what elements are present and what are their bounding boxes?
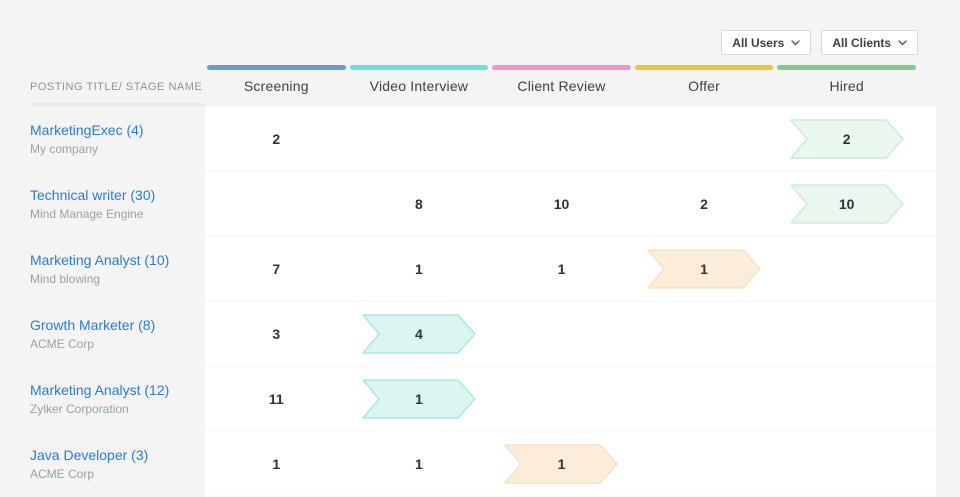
stage-color-bars xyxy=(205,65,918,70)
posting-title-link[interactable]: MarketingExec (4) xyxy=(30,122,205,138)
stage-bar-screening xyxy=(207,65,346,70)
stage-cell-video-interview: 4 xyxy=(348,314,491,354)
pipeline-row: 22 xyxy=(205,107,936,170)
stage-count-badge-teal[interactable]: 4 xyxy=(362,314,476,354)
stage-cell-video-interview: 1 xyxy=(348,261,491,277)
posting-list: MarketingExec (4) My company Technical wri… xyxy=(0,107,205,497)
pipeline-row: 8 10 2 10 xyxy=(205,172,936,235)
posting-row-label: Marketing Analyst (10) Mind blowing xyxy=(0,237,205,300)
stage-cell-screening: 7 xyxy=(205,261,348,277)
stage-cell-hired: 2 xyxy=(775,119,918,159)
stage-cell-hired: 10 xyxy=(775,184,918,224)
stage-header-video-interview: Video Interview xyxy=(348,78,491,94)
posting-row-label: Java Developer (3) ACME Corp xyxy=(0,432,205,495)
pipeline-row: 111 xyxy=(205,367,936,430)
stage-cell-screening: 1 xyxy=(205,456,348,472)
posting-row-label: Technical writer (30) Mind Manage Engine xyxy=(0,172,205,235)
posting-title-link[interactable]: Marketing Analyst (10) xyxy=(30,252,205,268)
stage-count[interactable]: 1 xyxy=(415,261,423,277)
stage-count-badge-orange[interactable]: 1 xyxy=(504,444,618,484)
header-divider xyxy=(30,103,205,106)
stage-bar-video-interview xyxy=(350,65,489,70)
stage-count-badge-green[interactable]: 10 xyxy=(790,184,904,224)
posting-company: Zylker Corporation xyxy=(30,402,205,416)
stage-count[interactable]: 1 xyxy=(272,456,280,472)
chevron-down-icon xyxy=(898,40,907,46)
clients-filter-label: All Clients xyxy=(832,36,891,50)
stage-cell-offer: 2 xyxy=(633,196,776,212)
pipeline-row: 34 xyxy=(205,302,936,365)
stage-count-badge-orange[interactable]: 1 xyxy=(647,249,761,289)
stage-count[interactable]: 8 xyxy=(415,196,423,212)
posting-title-link[interactable]: Java Developer (3) xyxy=(30,447,205,463)
stage-bar-client-review xyxy=(492,65,631,70)
pipeline-rows-region: 22810210711134111111 xyxy=(205,107,936,497)
stage-bar-hired xyxy=(777,65,916,70)
badge-count: 2 xyxy=(790,119,904,159)
pipeline-row: 1 1 1 xyxy=(205,432,936,495)
posting-company: ACME Corp xyxy=(30,337,205,351)
stage-count[interactable]: 1 xyxy=(415,456,423,472)
postings-column-header: POSTING TITLE/ STAGE NAME xyxy=(30,81,202,93)
stage-count-badge-green[interactable]: 2 xyxy=(790,119,904,159)
stage-header-screening: Screening xyxy=(205,78,348,94)
stage-count[interactable]: 10 xyxy=(554,196,570,212)
stage-cell-offer: 1 xyxy=(633,249,776,289)
posting-title-link[interactable]: Marketing Analyst (12) xyxy=(30,382,205,398)
stage-cell-client-review: 1 xyxy=(490,444,633,484)
posting-row-label: Growth Marketer (8) ACME Corp xyxy=(0,302,205,365)
posting-row-label: Marketing Analyst (12) Zylker Corporation xyxy=(0,367,205,430)
stage-headers-row: ScreeningVideo InterviewClient ReviewOff… xyxy=(205,78,918,94)
stage-count[interactable]: 1 xyxy=(558,261,566,277)
users-filter-dropdown[interactable]: All Users xyxy=(721,30,811,55)
posting-title-link[interactable]: Growth Marketer (8) xyxy=(30,317,205,333)
stage-cell-video-interview: 1 xyxy=(348,456,491,472)
posting-company: My company xyxy=(30,142,205,156)
posting-company: ACME Corp xyxy=(30,467,205,481)
stage-cell-video-interview: 8 xyxy=(348,196,491,212)
filters-bar: All Users All Clients xyxy=(721,30,918,55)
stage-cell-client-review: 1 xyxy=(490,261,633,277)
badge-count: 4 xyxy=(362,314,476,354)
stage-header-hired: Hired xyxy=(775,78,918,94)
posting-company: Mind Manage Engine xyxy=(30,207,205,221)
users-filter-label: All Users xyxy=(732,36,784,50)
hiring-pipeline-report: All Users All Clients ScreeningVideo Int… xyxy=(0,0,960,497)
posting-row-label: MarketingExec (4) My company xyxy=(0,107,205,170)
badge-count: 1 xyxy=(647,249,761,289)
chevron-down-icon xyxy=(791,40,800,46)
stage-count[interactable]: 3 xyxy=(272,326,280,342)
clients-filter-dropdown[interactable]: All Clients xyxy=(821,30,918,55)
stage-cell-screening: 11 xyxy=(205,391,348,407)
stage-count[interactable]: 2 xyxy=(700,196,708,212)
stage-cell-screening: 3 xyxy=(205,326,348,342)
stage-count[interactable]: 11 xyxy=(269,391,284,407)
badge-count: 10 xyxy=(790,184,904,224)
posting-title-link[interactable]: Technical writer (30) xyxy=(30,187,205,203)
posting-company: Mind blowing xyxy=(30,272,205,286)
stage-cell-client-review: 10 xyxy=(490,196,633,212)
badge-count: 1 xyxy=(504,444,618,484)
stage-bar-offer xyxy=(635,65,774,70)
stage-count[interactable]: 7 xyxy=(272,261,280,277)
stage-count-badge-teal[interactable]: 1 xyxy=(362,379,476,419)
stage-cell-video-interview: 1 xyxy=(348,379,491,419)
pipeline-row: 7 1 1 1 xyxy=(205,237,936,300)
stage-count[interactable]: 2 xyxy=(272,131,280,147)
stage-cell-screening: 2 xyxy=(205,131,348,147)
badge-count: 1 xyxy=(362,379,476,419)
stage-header-offer: Offer xyxy=(633,78,776,94)
stage-header-client-review: Client Review xyxy=(490,78,633,94)
